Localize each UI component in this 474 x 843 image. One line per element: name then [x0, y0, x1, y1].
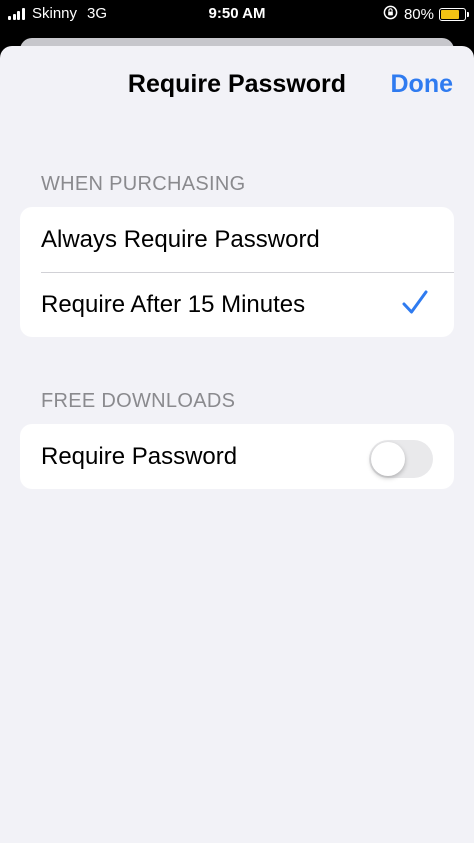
toggle-knob — [371, 442, 405, 476]
done-button[interactable]: Done — [391, 70, 454, 99]
battery-fill — [441, 9, 460, 19]
checkmark-icon — [402, 290, 428, 314]
status-bar: Skinny 3G 9:50 AM 80% — [0, 0, 474, 28]
section-header-free-downloads: FREE DOWNLOADS — [41, 390, 236, 412]
option-require-after-15-minutes[interactable]: Require After 15 Minutes — [20, 272, 454, 337]
rotation-lock-icon — [383, 5, 398, 23]
purchasing-options-group: Always Require Password Require After 15… — [20, 207, 454, 337]
option-always-require-password[interactable]: Always Require Password — [20, 207, 454, 272]
option-label: Require Password — [41, 442, 238, 470]
free-downloads-group: Require Password — [20, 424, 454, 489]
free-downloads-require-password-row: Require Password — [20, 424, 454, 489]
require-password-toggle[interactable] — [369, 440, 433, 478]
option-label: Always Require Password — [41, 225, 320, 253]
status-right: 80% — [383, 5, 469, 23]
section-header-when-purchasing: WHEN PURCHASING — [41, 173, 246, 195]
battery-icon — [439, 7, 469, 21]
option-label: Require After 15 Minutes — [41, 290, 306, 318]
battery-percent: 80% — [403, 5, 434, 23]
battery-cap — [467, 11, 469, 17]
